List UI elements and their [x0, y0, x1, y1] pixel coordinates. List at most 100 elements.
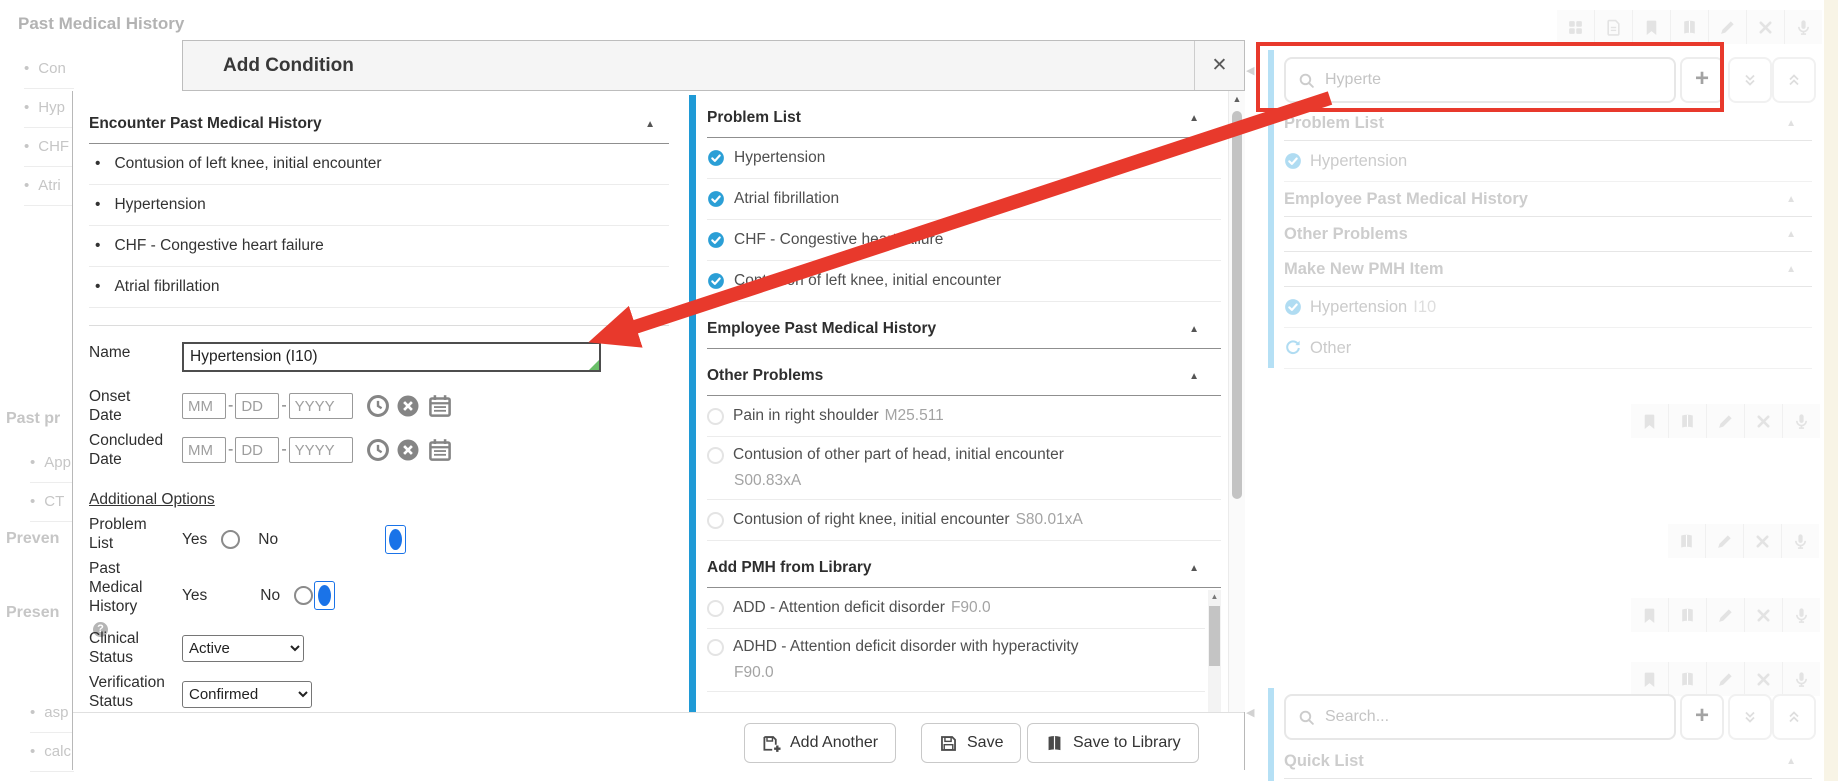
scrollbar-up-arrow[interactable]: ▲	[1229, 94, 1245, 104]
bookmark-toolbar-button[interactable]	[1631, 598, 1668, 632]
quicklist-add-button[interactable]: +	[1680, 694, 1724, 740]
pmh-no-radio[interactable]	[294, 586, 313, 605]
selected-problem-item[interactable]: Atrial fibrillation	[707, 179, 1221, 220]
sidebar-pmh-item[interactable]: HypertensionI10	[1284, 287, 1812, 328]
problem-list-no-radio[interactable]	[385, 525, 406, 554]
onset-year-input[interactable]	[289, 393, 353, 419]
section-header[interactable]: Add PMH from Library▲	[707, 549, 1221, 588]
book-toolbar-button[interactable]	[1668, 524, 1705, 558]
x-toolbar-button[interactable]	[1744, 598, 1782, 632]
problem-list-yes-radio[interactable]	[221, 530, 240, 549]
save-to-library-button[interactable]: Save to Library	[1027, 723, 1199, 763]
addable-problem-item[interactable]: Contusion of right knee, initial encount…	[707, 500, 1221, 541]
additional-options-link[interactable]: Additional Options	[89, 491, 215, 509]
condition-name-input[interactable]	[184, 344, 599, 370]
scrollbar-thumb[interactable]	[1232, 111, 1242, 499]
book-toolbar-button[interactable]	[1668, 598, 1706, 632]
calendar-icon[interactable]	[428, 438, 452, 462]
x-toolbar-button[interactable]	[1744, 404, 1782, 438]
section-header[interactable]: Employee Past Medical History▲	[707, 310, 1221, 349]
quicklist-search-box[interactable]	[1284, 694, 1676, 740]
pencil-toolbar-button[interactable]	[1706, 598, 1744, 632]
scrollbar-thumb[interactable]	[1209, 606, 1220, 666]
quicklist-search-input[interactable]	[1323, 707, 1674, 727]
sidebar-pmh-item[interactable]: Hypertension	[1284, 141, 1812, 182]
collapse-arrow-icon[interactable]: ▲	[1189, 324, 1199, 335]
addable-problem-item[interactable]: ADD - Attention deficit disorderF90.0	[707, 588, 1205, 629]
encounter-pmh-item[interactable]: •CHF - Congestive heart failure	[89, 226, 669, 267]
sidebar-collapse-icon[interactable]: ◀	[1246, 64, 1254, 77]
encounter-pmh-item[interactable]: •Contusion of left knee, initial encount…	[89, 144, 669, 185]
bookmark-toolbar-button[interactable]	[1631, 662, 1668, 696]
library-scrollbar[interactable]: ▲	[1208, 590, 1221, 728]
onset-month-input[interactable]	[182, 393, 226, 419]
book-toolbar-button[interactable]	[1668, 404, 1706, 438]
concluded-month-input[interactable]	[182, 437, 226, 463]
save-button[interactable]: Save	[921, 723, 1021, 763]
verification-status-select[interactable]: Confirmed	[182, 681, 312, 708]
clear-date-icon[interactable]	[396, 394, 420, 418]
collapse-arrow-icon[interactable]: ▲	[1189, 563, 1199, 574]
collapse-arrow-icon[interactable]: ▲	[1786, 264, 1796, 275]
section-header[interactable]: Other Problems▲	[707, 357, 1221, 396]
concluded-year-input[interactable]	[289, 437, 353, 463]
mic-toolbar-button[interactable]	[1782, 662, 1820, 696]
x-toolbar-button[interactable]	[1744, 662, 1782, 696]
modal-scrollbar[interactable]: ▲	[1228, 91, 1245, 712]
calendar-icon[interactable]	[428, 394, 452, 418]
clear-date-icon[interactable]	[396, 438, 420, 462]
pencil-toolbar-button[interactable]	[1705, 524, 1743, 558]
addable-problem-item[interactable]: Pain in right shoulderM25.511	[707, 396, 1221, 437]
sidebar-pmh-item[interactable]: Other	[1284, 328, 1812, 369]
quicklist-collapse-all-button[interactable]	[1772, 694, 1816, 740]
selected-problem-item[interactable]: Contusion of left knee, initial encounte…	[707, 261, 1221, 302]
collapse-arrow-icon[interactable]: ▲	[1786, 194, 1796, 205]
collapse-arrow-icon[interactable]: ▲	[1786, 756, 1796, 767]
concluded-day-input[interactable]	[235, 437, 279, 463]
mic-toolbar-button[interactable]	[1784, 10, 1822, 44]
selected-problem-item[interactable]: Hypertension	[707, 138, 1221, 179]
x-toolbar-button[interactable]	[1746, 10, 1784, 44]
expand-all-button[interactable]	[1728, 57, 1772, 103]
quicklist-collapse-icon[interactable]: ◀	[1246, 706, 1254, 719]
collapse-arrow-icon[interactable]: ▲	[1786, 229, 1796, 240]
clock-icon[interactable]	[366, 438, 390, 462]
collapse-arrow-icon[interactable]: ▲	[1786, 118, 1796, 129]
pencil-toolbar-button[interactable]	[1706, 404, 1744, 438]
book-toolbar-button[interactable]	[1670, 10, 1708, 44]
x-toolbar-button[interactable]	[1743, 524, 1781, 558]
add-another-button[interactable]: Add Another	[744, 723, 896, 763]
scrollbar-up-arrow[interactable]: ▲	[1208, 592, 1221, 601]
encounter-pmh-item[interactable]: •Hypertension	[89, 185, 669, 226]
sidebar-section-header[interactable]: Make New PMH Item▲	[1284, 252, 1812, 287]
pencil-toolbar-button[interactable]	[1706, 662, 1744, 696]
quicklist-section-header[interactable]: Quick List ▲	[1284, 744, 1812, 779]
selected-problem-item[interactable]: CHF - Congestive heart failure	[707, 220, 1221, 261]
book-toolbar-button[interactable]	[1668, 662, 1706, 696]
mic-toolbar-button[interactable]	[1781, 524, 1819, 558]
addable-problem-item[interactable]: Contusion of other part of head, initial…	[707, 437, 1221, 500]
section-header[interactable]: Problem List▲	[707, 99, 1221, 138]
collapse-arrow-icon[interactable]: ▲	[645, 119, 655, 130]
bookmark-toolbar-button[interactable]	[1632, 10, 1670, 44]
pmh-yes-radio[interactable]	[314, 581, 335, 610]
encounter-pmh-item[interactable]: •Atrial fibrillation	[89, 267, 669, 308]
clock-icon[interactable]	[366, 394, 390, 418]
collapse-arrow-icon[interactable]: ▲	[1189, 113, 1199, 124]
sidebar-section-header[interactable]: Employee Past Medical History▲	[1284, 182, 1812, 217]
file-toolbar-button[interactable]	[1594, 10, 1632, 44]
quicklist-expand-all-button[interactable]	[1728, 694, 1772, 740]
addable-problem-item[interactable]: ADHD - Attention deficit disorder with h…	[707, 629, 1205, 692]
mic-toolbar-button[interactable]	[1782, 404, 1820, 438]
collapse-arrow-icon[interactable]: ▲	[1189, 371, 1199, 382]
onset-day-input[interactable]	[235, 393, 279, 419]
sidebar-section-header[interactable]: Other Problems▲	[1284, 217, 1812, 252]
bookmark-toolbar-button[interactable]	[1631, 404, 1668, 438]
mic-toolbar-button[interactable]	[1782, 598, 1820, 632]
encounter-pmh-header[interactable]: Encounter Past Medical History ▲	[89, 105, 669, 144]
close-button[interactable]: ✕	[1194, 41, 1244, 90]
collapse-all-button[interactable]	[1772, 57, 1816, 103]
clinical-status-select[interactable]: Active	[182, 635, 304, 662]
grid-toolbar-button[interactable]	[1557, 10, 1594, 44]
pencil-toolbar-button[interactable]	[1708, 10, 1746, 44]
